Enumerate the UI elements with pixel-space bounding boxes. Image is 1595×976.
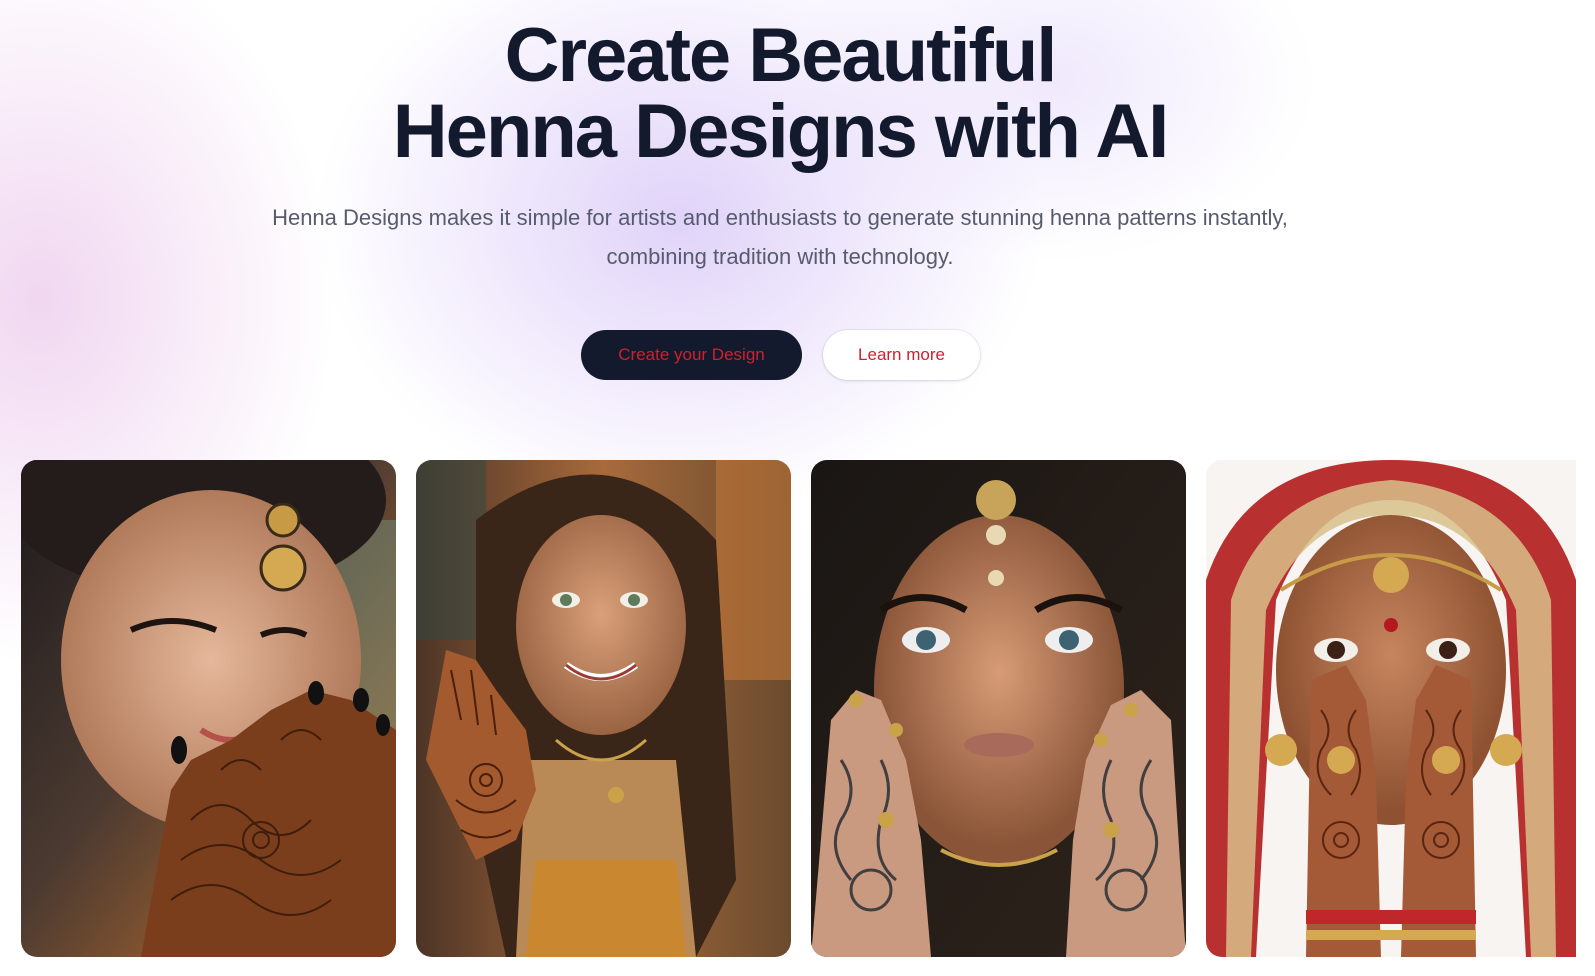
page-title: Create Beautiful Henna Designs with AI: [0, 18, 1560, 170]
gallery-image-3[interactable]: [811, 460, 1186, 957]
cta-buttons: Create your Design Learn more: [581, 330, 980, 380]
headline-line-1: Create Beautiful: [504, 13, 1058, 98]
henna-portrait-image: [811, 460, 1186, 957]
subtitle-line-1: Henna Designs makes it simple for artist…: [272, 205, 1288, 230]
learn-more-button[interactable]: Learn more: [823, 330, 980, 380]
henna-portrait-image: [21, 460, 396, 957]
henna-portrait-image: [416, 460, 791, 957]
henna-portrait-image: [1206, 460, 1576, 957]
image-gallery: [21, 460, 1576, 957]
gallery-image-1[interactable]: [21, 460, 396, 957]
create-design-button[interactable]: Create your Design: [581, 330, 802, 380]
subtitle-line-2: combining tradition with technology.: [606, 244, 954, 269]
gallery-image-2[interactable]: [416, 460, 791, 957]
hero-subtitle: Henna Designs makes it simple for artist…: [215, 198, 1345, 276]
headline-line-2: Henna Designs with AI: [392, 89, 1169, 174]
gallery-image-4[interactable]: [1206, 460, 1576, 957]
